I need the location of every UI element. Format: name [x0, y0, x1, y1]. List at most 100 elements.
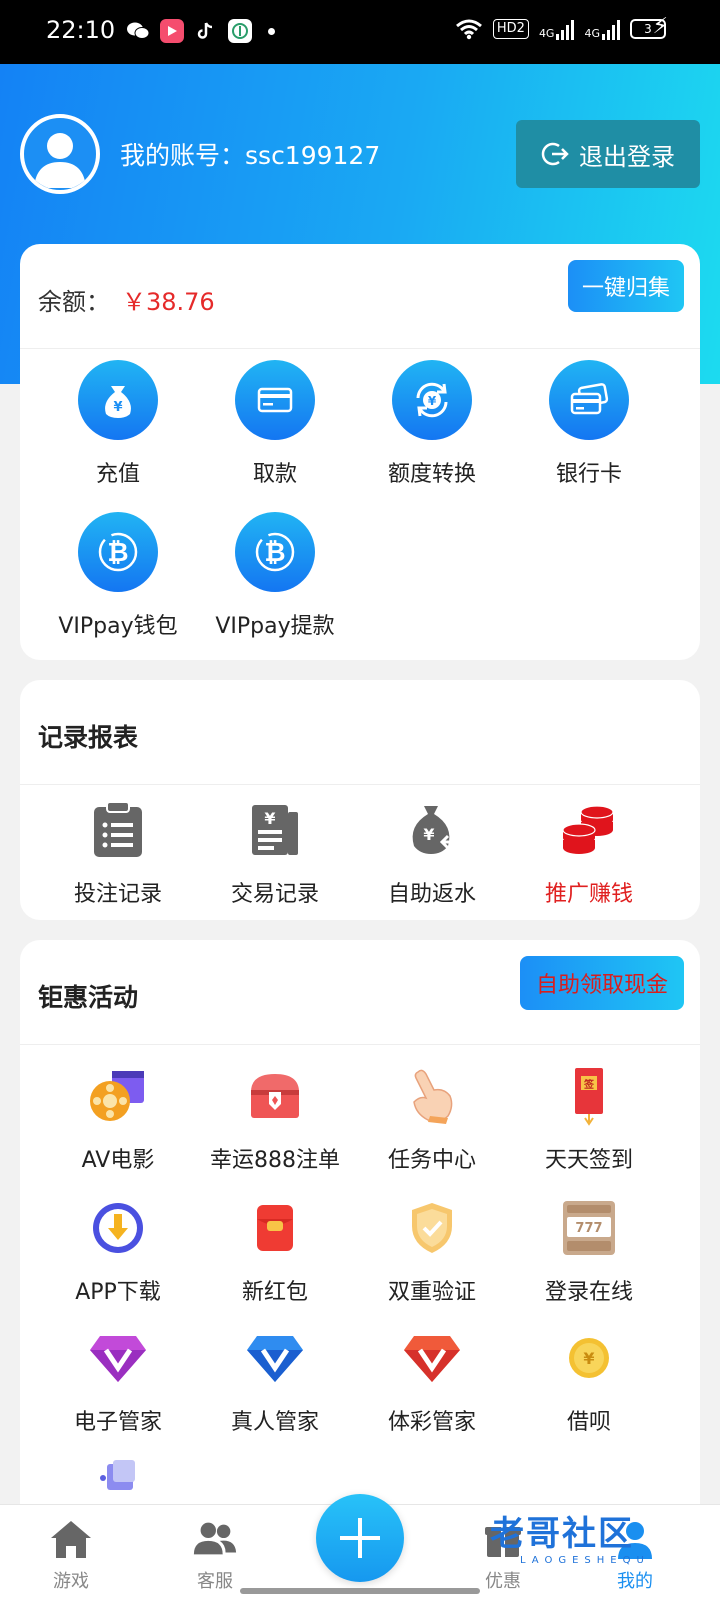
- plus-icon: [340, 1518, 380, 1558]
- self-rebate-button[interactable]: ¥ 自助返水: [352, 800, 512, 908]
- svg-text:¥: ¥: [583, 1349, 594, 1368]
- watermark-logo: 老哥社区 LAOGESHEQU: [490, 1506, 650, 1566]
- deposit-label: 充值: [95, 462, 140, 487]
- account-id: ssc199127: [245, 141, 381, 170]
- users-icon: [191, 1515, 239, 1563]
- receipt-icon: ¥: [245, 800, 305, 860]
- jiebei-button[interactable]: ¥ 借呗: [509, 1326, 669, 1436]
- task-center-button[interactable]: 任务中心: [352, 1064, 512, 1174]
- task-center-label: 任务中心: [387, 1148, 476, 1173]
- e-manager-label: 电子管家: [73, 1410, 162, 1435]
- nav-games[interactable]: 游戏: [16, 1515, 126, 1593]
- svg-text:¥: ¥: [113, 400, 122, 415]
- tiktok-icon: [194, 19, 218, 43]
- svg-text:¥: ¥: [423, 825, 434, 844]
- two-factor-label: 双重验证: [387, 1280, 476, 1305]
- red-diamond-icon: [400, 1326, 464, 1390]
- gift-box-icon: [86, 1446, 150, 1510]
- av-movie-button[interactable]: AV电影: [38, 1064, 198, 1174]
- sports-lottery-manager-label: 体彩管家: [387, 1410, 476, 1435]
- more-notifications-dot: [268, 27, 275, 35]
- red-packet-icon: [243, 1196, 307, 1260]
- app-download-button[interactable]: APP下载: [38, 1196, 198, 1306]
- more-activity-item[interactable]: [38, 1446, 198, 1510]
- transfer-label: 额度转换: [387, 462, 476, 487]
- vippay-wallet-label: VIPpay钱包: [58, 614, 178, 639]
- blue-diamond-icon: [243, 1326, 307, 1390]
- withdraw-label: 取款: [252, 462, 297, 487]
- slot-machine-icon: 777: [557, 1196, 621, 1260]
- promote-earn-button[interactable]: 推广赚钱: [509, 800, 669, 908]
- new-red-packet-button[interactable]: 新红包: [195, 1196, 355, 1306]
- live-manager-button[interactable]: 真人管家: [195, 1326, 355, 1436]
- signal-2: 4G: [584, 18, 620, 40]
- center-add-button[interactable]: [316, 1494, 404, 1582]
- login-online-button[interactable]: 777 登录在线: [509, 1196, 669, 1306]
- download-icon: [86, 1196, 150, 1260]
- vippay-withdraw-button[interactable]: ₿ VIPpay提款: [195, 512, 355, 640]
- new-red-packet-label: 新红包: [241, 1280, 308, 1305]
- sports-lottery-manager-button[interactable]: 体彩管家: [352, 1326, 512, 1436]
- coin-stack-icon: [559, 800, 619, 860]
- two-factor-button[interactable]: 双重验证: [352, 1196, 512, 1306]
- av-movie-label: AV电影: [81, 1148, 155, 1173]
- hd-indicator: HD2: [492, 19, 529, 39]
- charging-icon: ⚡: [652, 14, 668, 39]
- e-manager-button[interactable]: 电子管家: [38, 1326, 198, 1436]
- divider: [20, 784, 700, 785]
- notification-icons: [126, 19, 275, 43]
- app-download-label: APP下载: [75, 1280, 161, 1305]
- balance-value: ￥38.76: [122, 288, 215, 316]
- self-rebate-label: 自助返水: [387, 882, 476, 907]
- logout-button[interactable]: 退出登录: [516, 120, 700, 188]
- logout-icon: [541, 142, 569, 166]
- nav-games-label: 游戏: [53, 1571, 89, 1592]
- svg-text:¥: ¥: [428, 394, 437, 408]
- account-label: 我的账号：: [120, 141, 246, 170]
- daily-checkin-button[interactable]: 签 天天签到: [509, 1064, 669, 1174]
- records-title: 记录报表: [38, 723, 139, 752]
- deposit-button[interactable]: ¥ 充值: [38, 360, 198, 488]
- transfer-button[interactable]: ¥ 额度转换: [352, 360, 512, 488]
- bank-card-label: 银行卡: [555, 462, 622, 487]
- jiebei-label: 借呗: [566, 1410, 611, 1435]
- red-envelope-icon: 签: [557, 1064, 621, 1128]
- lucky-888-button[interactable]: 幸运888注单: [195, 1064, 355, 1174]
- status-time: 22:10: [46, 16, 116, 44]
- money-bag-icon: ¥: [78, 360, 158, 440]
- wifi-icon: [455, 19, 482, 40]
- transaction-records-button[interactable]: ¥ 交易记录: [195, 800, 355, 908]
- live-manager-label: 真人管家: [230, 1410, 319, 1435]
- bet-records-label: 投注记录: [73, 882, 162, 907]
- svg-text:签: 签: [583, 1078, 595, 1091]
- svg-text:777: 777: [575, 1221, 602, 1236]
- nav-service[interactable]: 客服: [160, 1515, 270, 1593]
- claim-cash-button[interactable]: 自助领取现金: [520, 956, 684, 1010]
- bank-card-button[interactable]: 银行卡: [509, 360, 669, 488]
- bitcoin-icon: ₿: [78, 512, 158, 592]
- film-icon: [86, 1064, 150, 1128]
- vippay-wallet-button[interactable]: ₿ VIPpay钱包: [38, 512, 198, 640]
- collect-all-button[interactable]: 一键归集: [568, 260, 684, 312]
- status-bar: 22:10 HD2 4G 4G 3 ⚡: [0, 0, 720, 64]
- nav-mine-label: 我的: [617, 1571, 653, 1592]
- logout-label: 退出登录: [579, 142, 675, 171]
- home-icon: [47, 1515, 95, 1563]
- app-icon: [228, 19, 252, 43]
- avatar[interactable]: [20, 114, 100, 194]
- withdraw-button[interactable]: 取款: [195, 360, 355, 488]
- promotions-card: 钜惠活动 自助领取现金 AV电影 幸运888注单 任务中心 签 天天签到 APP…: [20, 940, 700, 1540]
- money-return-icon: ¥: [402, 800, 462, 860]
- promote-earn-label: 推广赚钱: [544, 882, 633, 907]
- shield-icon: [400, 1196, 464, 1260]
- svg-text:¥: ¥: [264, 809, 275, 828]
- balance-label: 余额：: [38, 288, 110, 316]
- divider: [20, 1044, 700, 1045]
- exchange-icon: ¥: [392, 360, 472, 440]
- watermark-subtext: LAOGESHEQU: [520, 1555, 650, 1566]
- bet-records-button[interactable]: 投注记录: [38, 800, 198, 908]
- home-indicator[interactable]: [240, 1588, 480, 1594]
- records-card: 记录报表 投注记录 ¥ 交易记录 ¥ 自助返水 推广赚钱: [20, 680, 700, 920]
- wallet-card: 余额： ￥38.76 一键归集 ¥ 充值 取款 ¥ 额度转换 银行卡 ₿ VIPp…: [20, 244, 700, 660]
- treasure-chest-icon: [243, 1064, 307, 1128]
